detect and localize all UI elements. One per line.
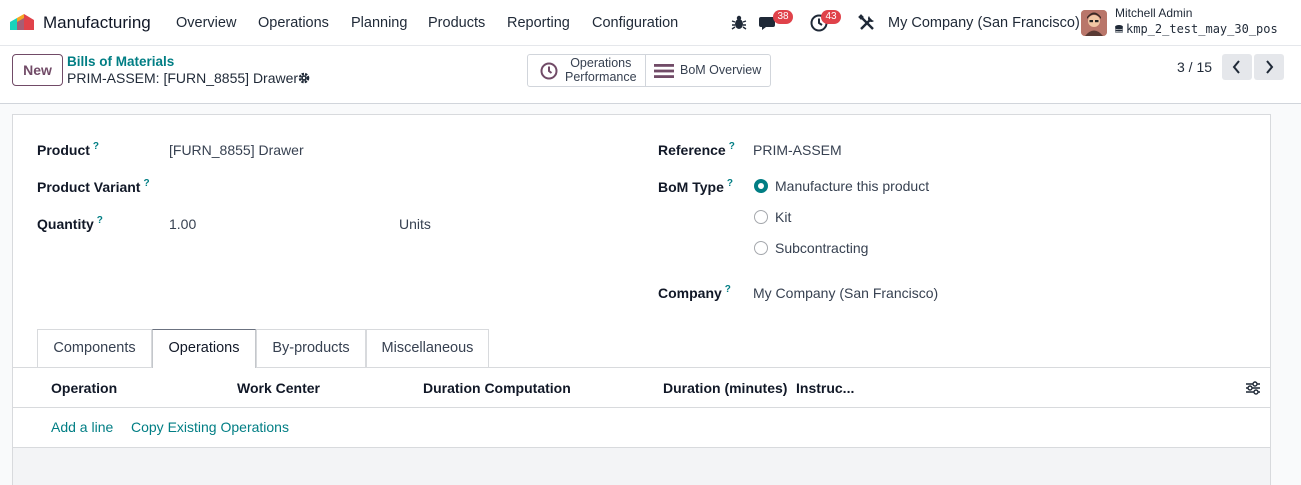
activities-badge: 43 — [821, 10, 841, 24]
reference-field[interactable]: PRIM-ASSEM — [753, 142, 842, 158]
reference-label: Reference? — [658, 141, 735, 158]
help-tooltip-icon[interactable]: ? — [93, 141, 99, 152]
bom-overview-button[interactable]: BoM Overview — [646, 55, 770, 86]
bom-overview-label: BoM Overview — [680, 63, 762, 77]
gear-icon[interactable] — [297, 71, 311, 85]
column-duration-minutes[interactable]: Duration (minutes) — [663, 380, 787, 396]
tab-components[interactable]: Components — [37, 329, 152, 367]
sliders-icon[interactable] — [1245, 380, 1261, 396]
help-tooltip-icon[interactable]: ? — [725, 284, 731, 295]
company-field[interactable]: My Company (San Francisco) — [753, 285, 938, 301]
manufacturing-app-icon[interactable] — [8, 12, 36, 32]
column-duration-computation[interactable]: Duration Computation — [423, 380, 571, 396]
copy-existing-operations-link[interactable]: Copy Existing Operations — [131, 419, 289, 435]
product-variant-field[interactable] — [169, 178, 609, 196]
radio-unselected-icon — [754, 210, 768, 224]
bom-type-option-label: Manufacture this product — [775, 178, 930, 194]
menu-reporting[interactable]: Reporting — [507, 15, 570, 31]
tab-by-products[interactable]: By-products — [256, 329, 366, 367]
radio-unselected-icon — [754, 241, 768, 255]
avatar-image — [1081, 10, 1107, 36]
pager-next-button[interactable] — [1254, 54, 1284, 80]
form-sheet: Product? [FURN_8855] Drawer Product Vari… — [12, 114, 1271, 485]
product-label: Product? — [37, 141, 99, 158]
database-name: kmp_2_test_may_30_pos — [1115, 22, 1278, 36]
new-button[interactable]: New — [12, 54, 63, 86]
product-variant-label: Product Variant? — [37, 178, 150, 195]
operations-list-actions: Add a line Copy Existing Operations — [13, 408, 1270, 448]
company-switcher[interactable]: My Company (San Francisco) — [888, 15, 1080, 31]
help-tooltip-icon[interactable]: ? — [143, 178, 149, 189]
quantity-label: Quantity? — [37, 215, 103, 232]
smart-buttons: Operations Performance BoM Overview — [527, 54, 771, 87]
company-label: Company? — [658, 284, 731, 301]
menu-overview[interactable]: Overview — [176, 15, 236, 31]
tab-operations[interactable]: Operations — [152, 329, 256, 368]
operations-list-empty-row — [13, 448, 1270, 485]
clock-icon — [540, 62, 558, 80]
quantity-field[interactable]: 1.00 — [169, 216, 196, 232]
menu-planning[interactable]: Planning — [351, 15, 407, 31]
breadcrumb-bills-of-materials[interactable]: Bills of Materials — [67, 54, 174, 69]
operations-performance-label: Operations Performance — [565, 56, 637, 84]
top-navbar: Manufacturing Overview Operations Planni… — [0, 0, 1301, 46]
menu-products[interactable]: Products — [428, 15, 485, 31]
bug-icon[interactable] — [729, 13, 749, 33]
bom-type-label: BoM Type? — [658, 178, 733, 195]
product-field[interactable]: [FURN_8855] Drawer — [169, 142, 304, 158]
pager-value[interactable]: 3 / 15 — [1177, 59, 1212, 75]
menu-configuration[interactable]: Configuration — [592, 15, 678, 31]
help-tooltip-icon[interactable]: ? — [97, 215, 103, 226]
control-panel: New Bills of Materials PRIM-ASSEM: [FURN… — [0, 46, 1301, 104]
chevron-left-icon — [1232, 60, 1240, 74]
user-name[interactable]: Mitchell Admin — [1115, 6, 1192, 20]
tools-icon[interactable] — [857, 13, 877, 33]
database-name-text: kmp_2_test_may_30_pos — [1126, 22, 1278, 36]
chevron-right-icon — [1266, 60, 1274, 74]
messages-badge: 38 — [773, 10, 793, 24]
menu-operations[interactable]: Operations — [258, 15, 329, 31]
operations-list-header: Operation Work Center Duration Computati… — [13, 368, 1270, 408]
operations-performance-line1: Operations — [570, 56, 632, 70]
app-name[interactable]: Manufacturing — [43, 13, 151, 33]
bars-icon — [654, 64, 674, 78]
operations-performance-button[interactable]: Operations Performance — [528, 55, 646, 86]
database-icon — [1115, 25, 1123, 33]
bom-type-option-label: Subcontracting — [775, 240, 869, 256]
tab-miscellaneous[interactable]: Miscellaneous — [366, 329, 489, 367]
radio-selected-icon — [754, 179, 768, 193]
column-work-center[interactable]: Work Center — [237, 380, 320, 396]
column-operation[interactable]: Operation — [51, 380, 117, 396]
help-tooltip-icon[interactable]: ? — [729, 141, 735, 152]
record-title: PRIM-ASSEM: [FURN_8855] Drawer — [67, 70, 299, 86]
operations-performance-line2: Performance — [565, 70, 637, 84]
pager-previous-button[interactable] — [1222, 54, 1252, 80]
help-tooltip-icon[interactable]: ? — [727, 178, 733, 189]
user-avatar[interactable] — [1081, 10, 1107, 36]
unit-of-measure-field[interactable]: Units — [399, 216, 431, 232]
add-line-link[interactable]: Add a line — [51, 419, 113, 435]
column-instructions[interactable]: Instruc... — [796, 380, 854, 396]
bom-type-option-label: Kit — [775, 209, 792, 225]
